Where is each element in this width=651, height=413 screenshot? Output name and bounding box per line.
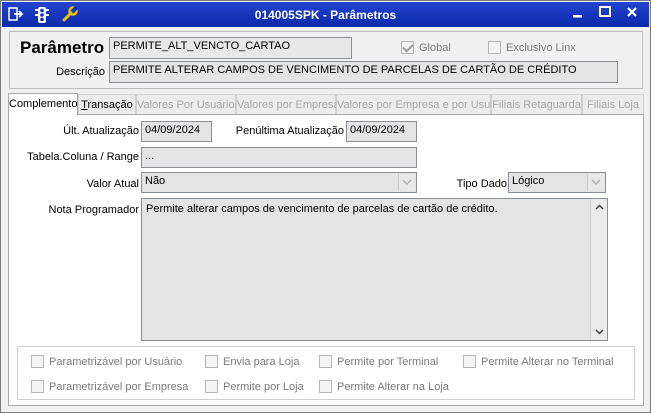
valor-atual-value: Não	[145, 175, 166, 187]
tab-valores-por-empresa[interactable]: Valores por Empresa	[236, 94, 340, 114]
tipo-dado-select[interactable]: Lógico	[508, 172, 606, 193]
title-bar: 014005SPK - Parâmetros	[2, 2, 649, 27]
opt-label: Permite Alterar no Terminal	[481, 355, 614, 368]
global-label: Global	[419, 41, 451, 54]
minimize-icon[interactable]	[568, 6, 588, 23]
opt-label: Parametrizável por Empresa	[49, 380, 189, 393]
opt-permite-por-terminal[interactable]: Permite por Terminal	[319, 355, 438, 368]
tabela-field[interactable]: ...	[141, 147, 417, 168]
exclusivo-linx-checkbox[interactable]: Exclusivo Linx	[488, 41, 576, 54]
exclusivo-linx-box	[488, 41, 501, 54]
checkbox-box	[31, 355, 44, 368]
opt-parametrizavel-usuario[interactable]: Parametrizável por Usuário	[31, 355, 182, 368]
chevron-down-icon[interactable]	[587, 174, 604, 191]
opt-label: Envia para Loja	[223, 355, 300, 368]
memo-scrollbar[interactable]	[590, 199, 607, 340]
checkbox-box	[463, 355, 476, 368]
ult-atualizacao-label: Últ. Atualização	[63, 125, 139, 137]
maximize-icon[interactable]	[595, 6, 615, 23]
opt-permite-por-loja[interactable]: Permite por Loja	[205, 380, 304, 393]
penultima-field[interactable]: 04/09/2024	[346, 121, 417, 142]
tab-filiais-loja[interactable]: Filiais Loja	[582, 94, 644, 114]
opt-label: Permite por Loja	[223, 380, 304, 393]
exclusivo-linx-label: Exclusivo Linx	[506, 41, 576, 54]
tipo-dado-value: Lógico	[512, 175, 545, 187]
tab-valores-empresa-usuario[interactable]: Valores por Empresa e por Usuário	[336, 94, 509, 114]
tipo-dado-label: Tipo Dado	[456, 178, 507, 190]
opt-envia-para-loja[interactable]: Envia para Loja	[205, 355, 299, 368]
checkbox-box	[31, 380, 44, 393]
tab-filiais-retaguarda[interactable]: Filiais Retaguarda	[491, 94, 582, 114]
nota-label: Nota Programador	[48, 204, 140, 216]
checkbox-box	[205, 355, 218, 368]
param-field[interactable]: PERMITE_ALT_VENCTO_CARTAO	[109, 37, 352, 59]
close-icon[interactable]	[622, 6, 642, 23]
global-checkbox[interactable]: Global	[401, 41, 451, 54]
global-checkbox-box	[401, 41, 414, 54]
opt-permite-alterar-terminal[interactable]: Permite Alterar no Terminal	[463, 355, 613, 368]
parameters-window: 014005SPK - Parâmetros Parâmetro PERMITE…	[0, 0, 651, 413]
valor-atual-label: Valor Atual	[86, 178, 139, 190]
param-label: Parâmetro	[20, 38, 105, 57]
tab-complemento[interactable]: Complemento	[8, 93, 78, 115]
chevron-down-icon[interactable]	[398, 174, 415, 191]
tabela-label: Tabela.Coluna / Range	[27, 151, 139, 163]
checkbox-box	[319, 355, 332, 368]
ult-atualizacao-field[interactable]: 04/09/2024	[141, 121, 212, 142]
opt-label: Parametrizável por Usuário	[49, 355, 183, 368]
checkbox-box	[205, 380, 218, 393]
opt-label: Permite Alterar na Loja	[337, 380, 449, 393]
scroll-down-icon[interactable]	[595, 329, 604, 335]
tab-transacao[interactable]: Transação	[78, 94, 136, 114]
nota-text: Permite alterar campos de vencimento de …	[146, 203, 498, 215]
desc-field[interactable]: PERMITE ALTERAR CAMPOS DE VENCIMENTO DE …	[109, 61, 618, 83]
tab-strip: Complemento Transação Valores Por Usuári…	[8, 93, 644, 115]
opt-parametrizavel-empresa[interactable]: Parametrizável por Empresa	[31, 380, 188, 393]
desc-label: Descrição	[56, 66, 105, 78]
nota-programador-field[interactable]: Permite alterar campos de vencimento de …	[141, 198, 608, 341]
window-title: 014005SPK - Parâmetros	[254, 8, 397, 22]
checkbox-box	[319, 380, 332, 393]
scroll-up-icon[interactable]	[595, 204, 604, 210]
penultima-label: Penúltima Atualização	[235, 125, 344, 137]
opt-label: Permite por Terminal	[337, 355, 439, 368]
valor-atual-select[interactable]: Não	[141, 172, 417, 193]
tab-valores-por-usuarios[interactable]: Valores Por Usuários	[136, 94, 240, 114]
opt-permite-alterar-loja[interactable]: Permite Alterar na Loja	[319, 380, 449, 393]
